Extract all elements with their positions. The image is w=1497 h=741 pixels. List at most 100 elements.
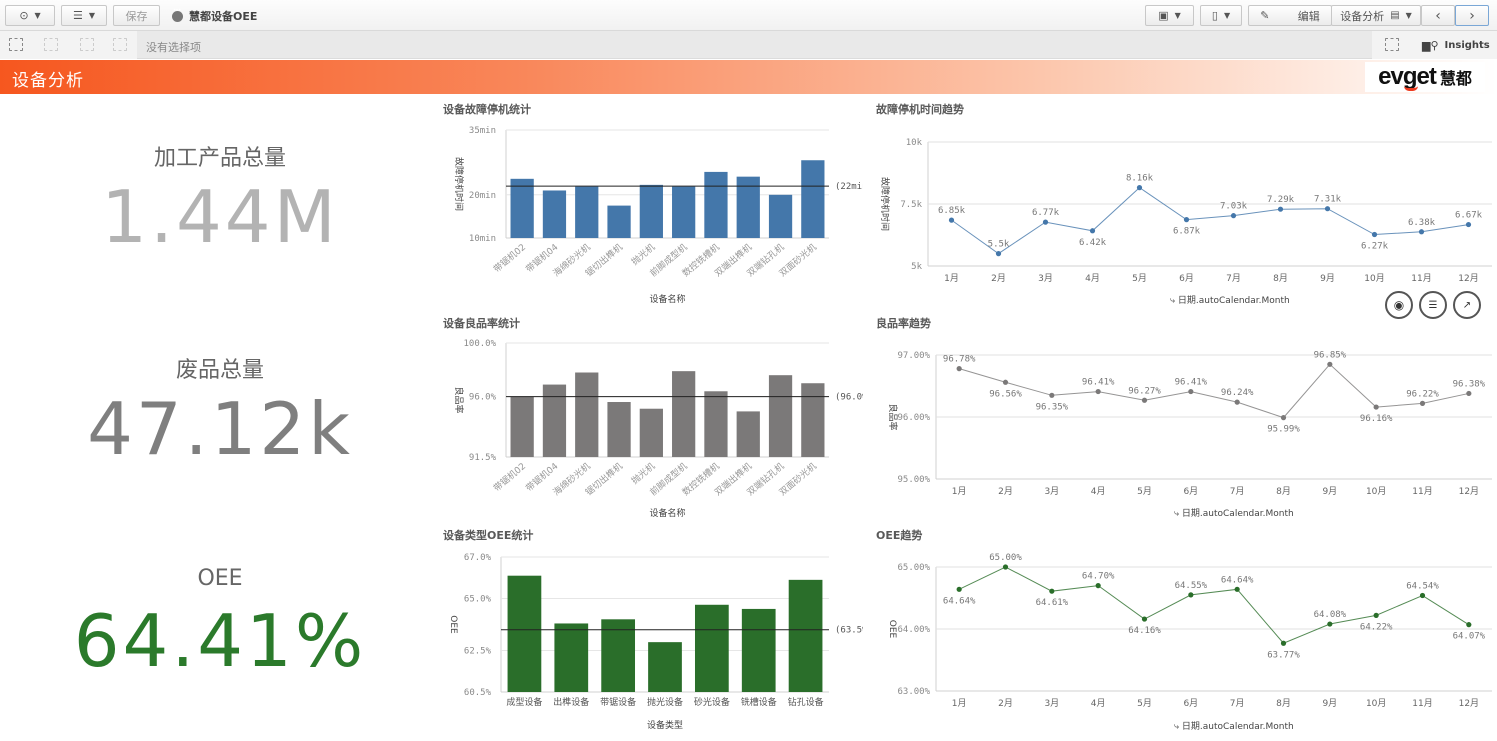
bar <box>554 623 589 692</box>
present-button[interactable]: ▣ ▼ <box>1145 5 1194 26</box>
kpi-total-products[interactable]: 加工产品总量 1.44M <box>0 140 440 262</box>
smart-search-icon[interactable] <box>9 38 23 51</box>
app-title: 慧都设备OEE <box>172 6 257 24</box>
data-point <box>1188 592 1194 598</box>
x-axis-label: 设备名称 <box>649 293 685 305</box>
snapshot-button[interactable]: ◉ <box>1385 291 1413 319</box>
data-point <box>1002 564 1009 570</box>
series-line <box>951 186 1469 255</box>
x-tick-label: 2月 <box>991 273 1006 284</box>
y-tick-label: 91.5% <box>469 453 497 463</box>
step-forward-icon[interactable] <box>80 38 94 51</box>
caret-down-icon: ▼ <box>1174 11 1181 20</box>
selection-bar: 没有选择项 ▆⚲ Insights <box>0 31 1497 59</box>
data-label: 64.55% <box>1175 581 1208 591</box>
x-tick-label: 3月 <box>1044 698 1059 709</box>
pencil-icon: ✎ <box>1260 9 1270 22</box>
logo-cn: 慧都 <box>1439 69 1472 88</box>
data-point <box>1089 228 1096 234</box>
x-tick-label: 带锯机02 <box>491 460 528 494</box>
data-label: 7.31k <box>1314 195 1342 205</box>
caret-down-icon: ▼ <box>34 11 41 20</box>
x-tick-label: 铣槽设备 <box>741 696 777 708</box>
evget-logo: evget 慧都 <box>1365 62 1485 92</box>
bar <box>801 383 825 457</box>
x-tick-label: 12月 <box>1459 698 1479 709</box>
x-tick-label: 11月 <box>1412 698 1432 709</box>
y-tick-label: 63.00% <box>897 687 930 697</box>
y-tick-label: 67.0% <box>464 553 492 563</box>
sheets-menu-button[interactable]: ☰ ▼ <box>61 5 107 26</box>
data-label: 96.56% <box>989 389 1022 399</box>
x-tick-label: 4月 <box>1091 486 1106 497</box>
oee-by-type-chart[interactable]: 设备类型OEE统计 60.5% 62.5% 65.0% 67.0% OEE 成型设备 出榫设… <box>443 527 863 737</box>
chart-svg: 95.00% 96.00% 97.00% 良品率 96.78% 1月 96.56% 2月 96.… <box>887 350 1492 519</box>
x-tick-label: 5月 <box>1137 486 1152 497</box>
selection-mode-icon[interactable] <box>1385 38 1399 51</box>
previous-sheet-button[interactable]: ‹ <box>1421 5 1455 26</box>
reference-label: (63.5%) <box>835 626 863 636</box>
bar <box>639 184 663 238</box>
data-label: 64.22% <box>1360 622 1393 632</box>
data-point <box>1141 616 1148 622</box>
bar <box>542 190 567 238</box>
data-point <box>1324 206 1331 212</box>
step-back-icon[interactable] <box>44 38 58 51</box>
kpi-oee[interactable]: OEE 64.41% <box>0 566 440 691</box>
yield-by-machine-chart[interactable]: 设备良品率统计 91.5% 96.0% 100.0% 良品率 带锯机02 带锯机04 海绵砂… <box>443 315 863 525</box>
x-axis-label: 设备类型 <box>647 719 683 731</box>
data-label: 6.67k <box>1455 211 1483 221</box>
kpi-total-scrap[interactable]: 废品总量 47.12k <box>0 352 440 474</box>
edit-button[interactable]: ✎ 编辑 <box>1248 5 1332 26</box>
data-label: 6.42k <box>1079 238 1107 248</box>
data-point <box>1095 388 1101 395</box>
bar <box>704 391 728 457</box>
yield-trend-chart[interactable]: 良品率趋势 95.00% 96.00% 97.00% 良品率 96.78% 1月 96.56… <box>876 315 1492 525</box>
sheet-selector-button[interactable]: 设备分析 ▤ ▼ <box>1331 5 1421 26</box>
downtime-trend-chart[interactable]: 故障停机时间趋势 5k 7.5k 10k 故障停机时间 6.85k 1月 5.5k 2月 6.7… <box>876 101 1492 311</box>
x-tick-label: 5月 <box>1137 698 1152 709</box>
data-label: 6.85k <box>938 206 966 216</box>
data-point <box>1280 640 1287 646</box>
data-label: 96.78% <box>943 355 976 365</box>
data-label: 7.03k <box>1220 202 1248 212</box>
data-point <box>1418 229 1425 235</box>
x-tick-label: 抛光机 <box>629 241 657 268</box>
clear-selections-icon[interactable] <box>113 38 127 51</box>
downtime-by-machine-chart[interactable]: 设备故障停机统计 10min 20min 35min 故障停机时间 带锯机02 带锯机04… <box>443 101 863 311</box>
sheet-icon: ▤ <box>1390 10 1400 21</box>
data-label: 64.54% <box>1406 582 1439 592</box>
bar <box>575 372 599 457</box>
save-button[interactable]: 保存 <box>113 5 160 26</box>
x-tick-label: 6月 <box>1179 273 1194 284</box>
data-point <box>1371 231 1378 238</box>
data-label: 96.38% <box>1453 379 1486 389</box>
x-tick-label: 抛光机 <box>629 460 657 487</box>
bar <box>694 604 729 692</box>
data-point <box>1373 612 1379 618</box>
y-tick-label: 64.00% <box>897 625 930 635</box>
oee-trend-chart[interactable]: OEE趋势 63.00% 64.00% 65.00% OEE 64.64% 1月 65.00… <box>876 527 1492 737</box>
bookmark-button[interactable]: ▯ ▼ <box>1200 5 1242 26</box>
bar <box>601 619 636 692</box>
data-point <box>1230 213 1237 219</box>
reference-label: (96.0%) <box>835 393 863 403</box>
x-tick-label: 4月 <box>1085 273 1100 284</box>
data-point <box>1277 206 1284 212</box>
insights-button[interactable]: ▆⚲ Insights <box>1422 39 1490 52</box>
data-point <box>1466 622 1472 628</box>
y-tick-label: 20min <box>469 191 496 201</box>
navigation-menu-button[interactable]: ⊙ ▼ <box>5 5 55 26</box>
next-sheet-button[interactable]: › <box>1455 5 1489 26</box>
x-tick-label: 10月 <box>1364 273 1384 284</box>
adjust-button[interactable]: ☰ <box>1419 291 1447 319</box>
data-label: 64.08% <box>1314 610 1347 620</box>
sheet-label: 设备分析 <box>1340 9 1385 23</box>
fullscreen-button[interactable]: ↗ <box>1453 291 1481 319</box>
presentation-icon: ▣ <box>1158 9 1169 22</box>
x-tick-label: 10月 <box>1366 698 1386 709</box>
data-point <box>1183 217 1190 223</box>
data-label: 96.27% <box>1128 386 1161 396</box>
data-label: 96.35% <box>1036 402 1069 412</box>
data-point <box>1280 415 1287 421</box>
